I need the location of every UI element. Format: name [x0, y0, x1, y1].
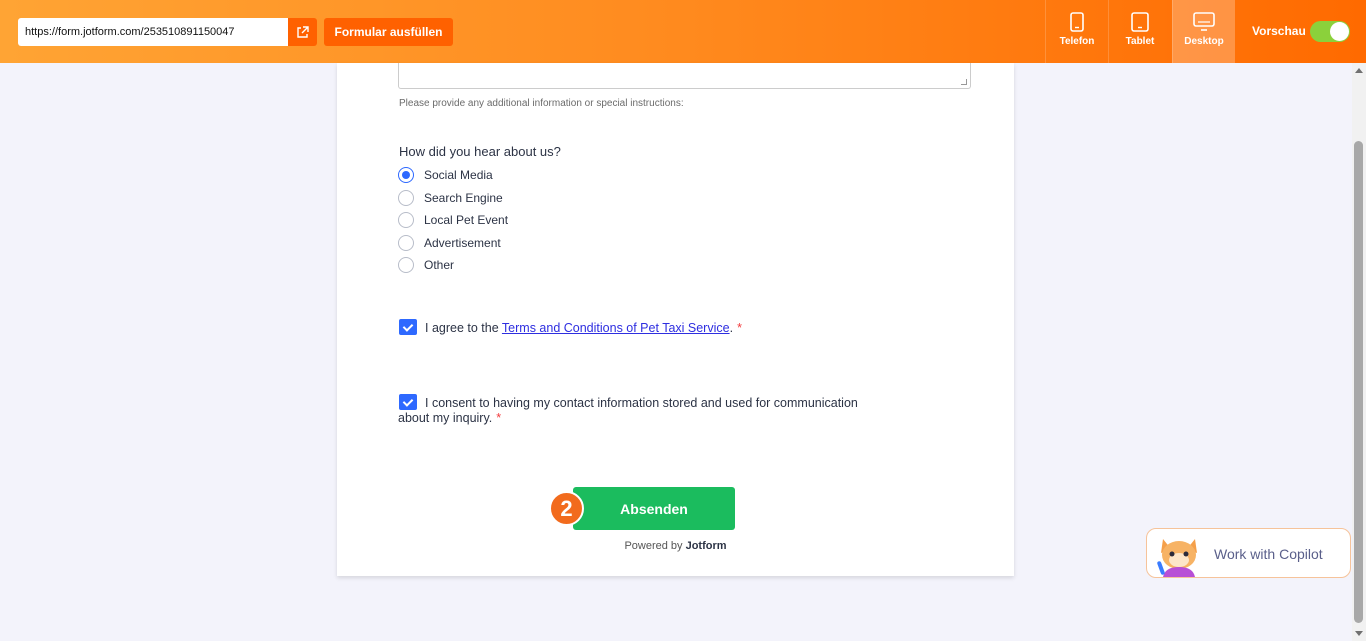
copilot-button[interactable]: Work with Copilot [1146, 528, 1351, 578]
radio-button[interactable] [398, 257, 414, 273]
copilot-label: Work with Copilot [1214, 546, 1323, 562]
referral-question-label: How did you hear about us? [399, 144, 561, 159]
radio-label: Other [424, 258, 455, 272]
page-scrollbar[interactable] [1352, 63, 1366, 641]
device-telefon-label: Telefon [1059, 36, 1095, 47]
device-tablet-button[interactable]: Tablet [1108, 0, 1171, 63]
open-external-button[interactable] [288, 18, 317, 46]
scroll-up-arrow-icon[interactable] [1355, 68, 1363, 73]
copilot-cat-avatar-icon [1157, 539, 1197, 577]
step-badge: 2 [549, 491, 584, 526]
radio-label: Local Pet Event [424, 213, 509, 227]
resize-grip-icon[interactable] [961, 79, 967, 85]
jotform-brand[interactable]: Jotform [686, 540, 727, 552]
tablet-icon [1131, 12, 1149, 32]
radio-button[interactable] [398, 167, 414, 183]
consent-checkbox-row: I consent to having my contact informati… [398, 394, 868, 426]
radio-label: Social Media [424, 168, 493, 182]
terms-suffix: . [729, 321, 734, 335]
fill-form-button[interactable]: Formular ausfüllen [324, 18, 453, 46]
device-desktop-label: Desktop [1184, 36, 1224, 47]
additional-info-textarea[interactable] [398, 63, 971, 89]
phone-icon [1070, 12, 1084, 32]
radio-option-social-media[interactable]: Social Media [398, 166, 493, 184]
terms-prefix: I agree to the [425, 321, 499, 335]
terms-link[interactable]: Terms and Conditions of Pet Taxi Service [502, 321, 730, 335]
terms-checkbox-row: I agree to the Terms and Conditions of P… [399, 319, 742, 335]
form-url-field[interactable]: https://form.jotform.com/253510891150047 [18, 18, 288, 46]
powered-by-text: Powered by [624, 540, 683, 552]
device-tablet-label: Tablet [1125, 36, 1155, 47]
powered-by-footer: Powered by Jotform [337, 540, 1014, 552]
scroll-thumb[interactable] [1354, 141, 1363, 623]
top-bar: https://form.jotform.com/253510891150047… [0, 0, 1366, 63]
device-desktop-button[interactable]: Desktop [1172, 0, 1235, 63]
submit-button[interactable]: Absenden [573, 487, 735, 530]
radio-option-advertisement[interactable]: Advertisement [398, 234, 501, 252]
required-asterisk: * [737, 321, 742, 335]
consent-checkbox[interactable] [399, 394, 417, 410]
radio-option-search-engine[interactable]: Search Engine [398, 189, 503, 207]
required-asterisk: * [496, 411, 502, 425]
desktop-icon [1193, 12, 1215, 31]
toggle-knob [1330, 22, 1349, 41]
device-telefon-button[interactable]: Telefon [1045, 0, 1108, 63]
preview-label: Vorschau [1252, 24, 1306, 38]
textarea-hint: Please provide any additional informatio… [399, 98, 684, 109]
radio-button[interactable] [398, 235, 414, 251]
scroll-down-arrow-icon[interactable] [1355, 631, 1363, 636]
radio-label: Advertisement [424, 236, 501, 250]
radio-label: Search Engine [424, 191, 503, 205]
preview-toggle[interactable] [1310, 21, 1350, 42]
terms-checkbox[interactable] [399, 319, 417, 335]
radio-option-local-pet-event[interactable]: Local Pet Event [398, 211, 508, 229]
consent-text: I consent to having my contact informati… [398, 396, 858, 425]
radio-button[interactable] [398, 212, 414, 228]
external-link-icon [297, 25, 309, 38]
radio-option-other[interactable]: Other [398, 256, 454, 274]
form-card: Please provide any additional informatio… [337, 63, 1014, 576]
radio-button[interactable] [398, 190, 414, 206]
